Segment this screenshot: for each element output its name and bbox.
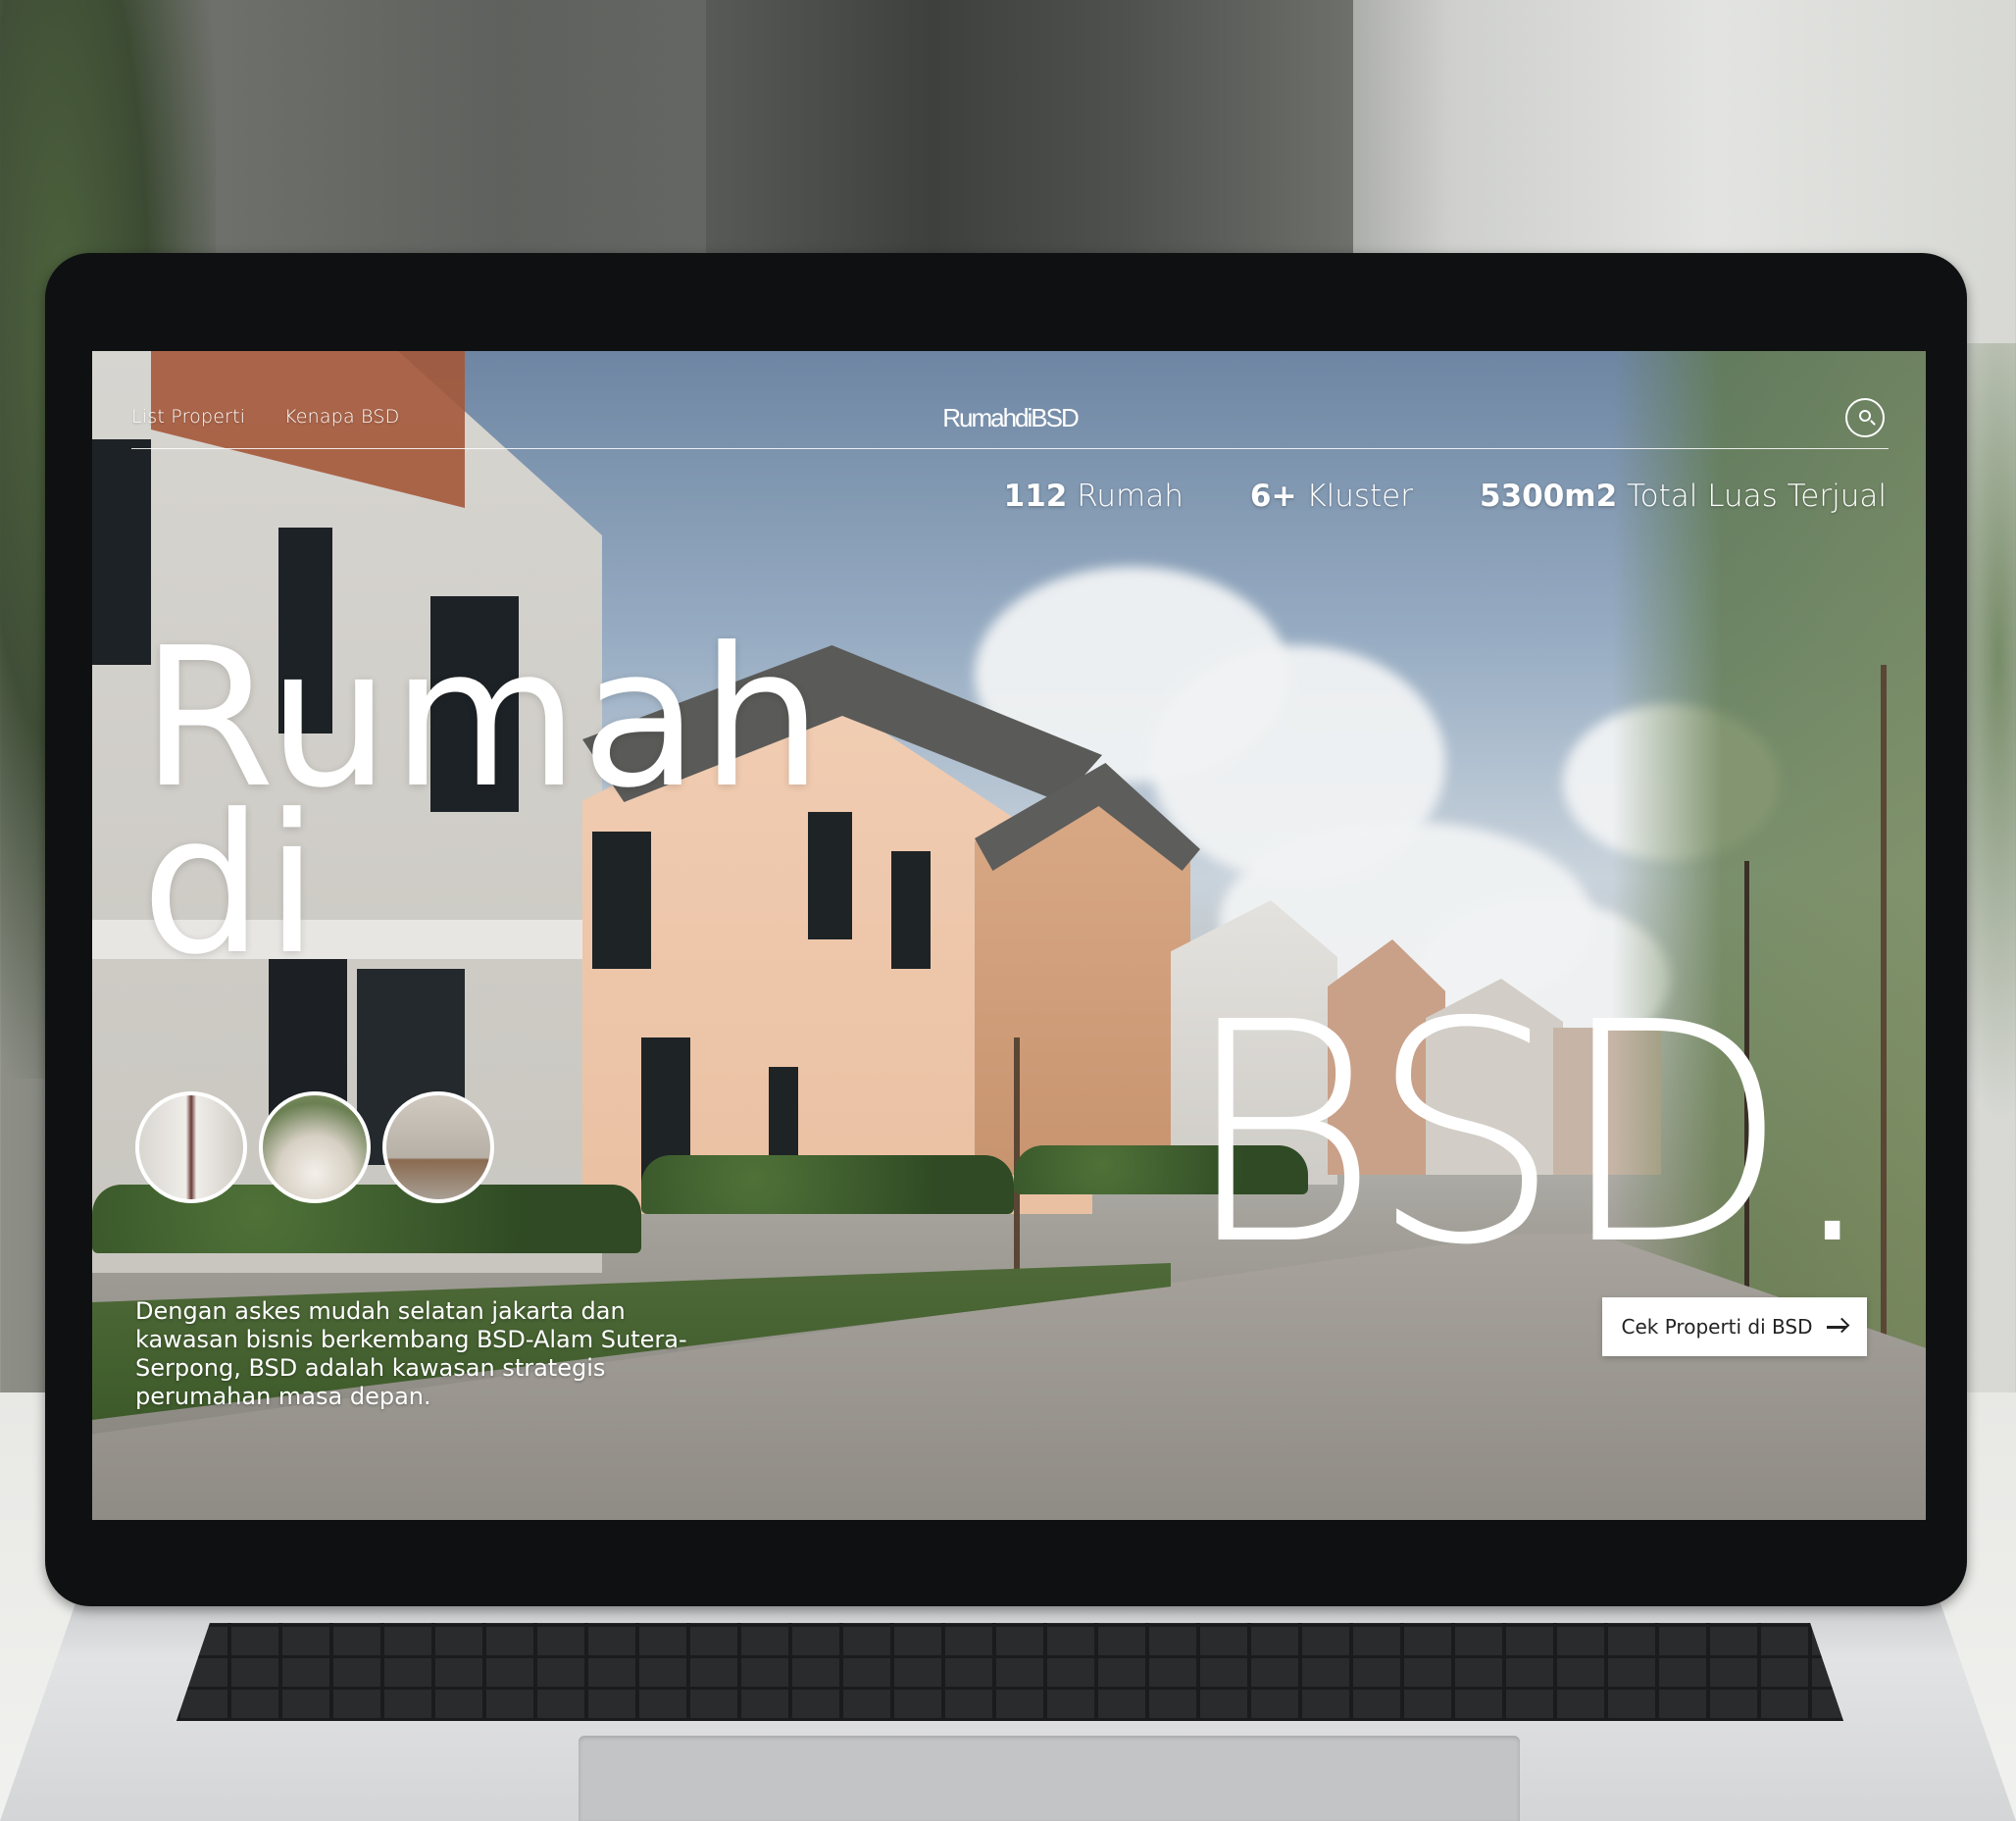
stat-total-luas: 5300m2 Total Luas Terjual <box>1480 479 1887 514</box>
search-button[interactable] <box>1845 398 1885 437</box>
hero-title-line-3: BSD. <box>1181 958 1881 1312</box>
arrow-right-icon <box>1826 1317 1849 1336</box>
thumbnail-garden[interactable] <box>259 1091 371 1203</box>
stat-rumah: 112 Rumah <box>1003 479 1184 514</box>
top-navigation: List Properti Kenapa BSD RumahdiBSD <box>131 398 1889 449</box>
stat-kluster: 6+ Kluster <box>1249 479 1413 514</box>
thumbnail-hallway[interactable] <box>135 1091 247 1203</box>
brand-logo[interactable]: RumahdiBSD <box>131 403 1889 433</box>
background-wall <box>706 0 1353 294</box>
hero-title: Rumah di <box>141 623 825 982</box>
laptop-keyboard <box>176 1623 1843 1721</box>
cek-properti-label: Cek Properti di BSD <box>1621 1315 1813 1339</box>
cek-properti-button[interactable]: Cek Properti di BSD <box>1602 1297 1867 1356</box>
laptop-trackpad <box>579 1736 1520 1821</box>
laptop-screen: List Properti Kenapa BSD RumahdiBSD 112 … <box>92 351 1926 1520</box>
stats-bar: 112 Rumah 6+ Kluster 5300m2 Total Luas T… <box>1004 479 1887 514</box>
hero-description: Dengan askes mudah selatan jakarta dan k… <box>135 1297 687 1410</box>
thumbnail-gallery <box>135 1091 494 1203</box>
thumbnail-interior[interactable] <box>382 1091 494 1203</box>
search-icon <box>1859 410 1871 422</box>
